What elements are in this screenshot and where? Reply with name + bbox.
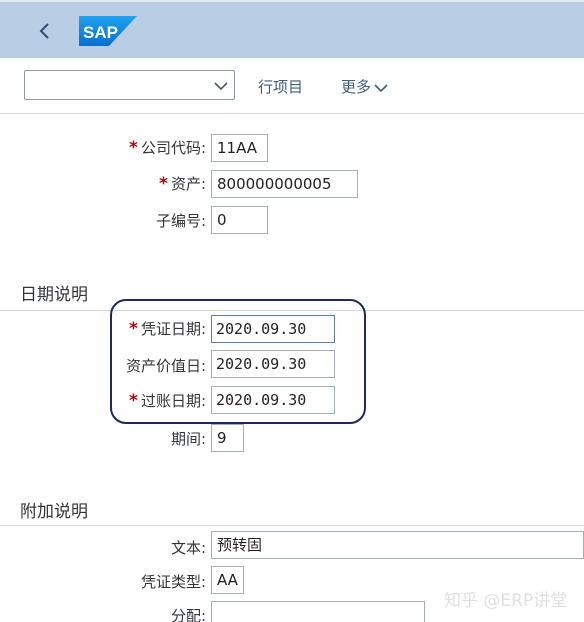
highlight-annotation	[110, 299, 366, 424]
period-field[interactable]: 9	[211, 424, 244, 452]
variant-select[interactable]	[24, 70, 235, 100]
additional-section-title: 附加说明	[20, 502, 88, 522]
text-label: 文本:	[170, 539, 206, 557]
dates-section-title: 日期说明	[20, 285, 88, 305]
sub-number-field[interactable]: 0	[211, 206, 268, 234]
sap-logo: SAP	[79, 16, 137, 46]
toolbar: 行项目 更多	[0, 58, 584, 114]
chevron-down-icon	[214, 82, 228, 91]
company-code-label: * 公司代码:	[129, 138, 206, 158]
document-type-label: 凭证类型:	[140, 573, 206, 591]
assignment-label: 分配:	[170, 607, 206, 622]
text-field[interactable]: 预转固	[211, 531, 584, 559]
asset-field[interactable]: 800000000005	[211, 170, 358, 198]
more-button-label: 更多	[341, 78, 372, 96]
assignment-field[interactable]	[211, 601, 425, 622]
shell-bar: SAP	[0, 0, 584, 58]
line-items-button[interactable]: 行项目	[258, 76, 303, 97]
watermark: 知乎 @ERP讲堂	[444, 591, 568, 611]
svg-text:SAP: SAP	[83, 23, 118, 42]
sub-number-label: 子编号:	[155, 212, 206, 230]
period-label: 期间:	[170, 430, 206, 448]
asset-label: * 资产:	[159, 174, 206, 194]
company-code-field[interactable]: 11AA	[211, 134, 268, 162]
section-divider	[0, 525, 584, 526]
chevron-left-icon	[39, 23, 49, 39]
chevron-down-icon	[374, 83, 388, 92]
more-button[interactable]: 更多	[341, 76, 388, 97]
required-marker: *	[129, 138, 138, 158]
document-type-field[interactable]: AA	[211, 566, 244, 594]
back-button[interactable]	[30, 16, 60, 46]
required-marker: *	[159, 174, 168, 194]
